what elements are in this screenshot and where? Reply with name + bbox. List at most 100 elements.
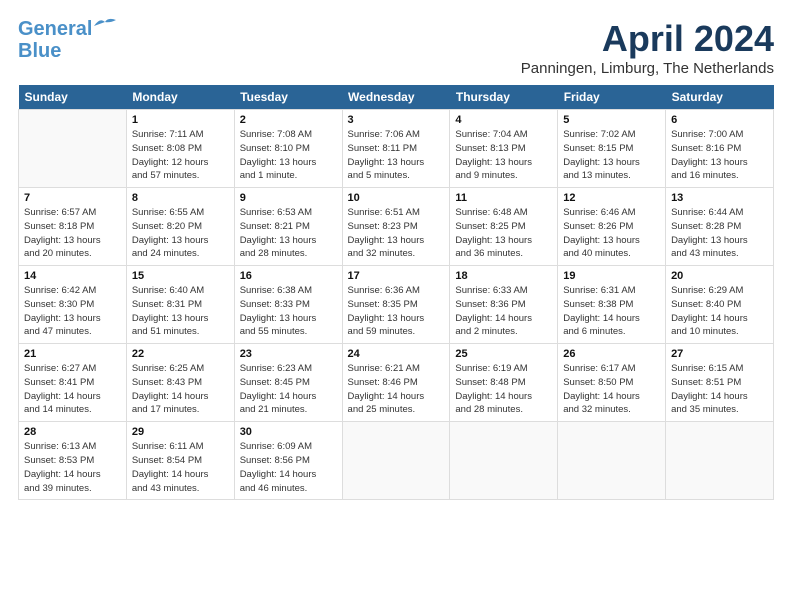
day-number: 14 xyxy=(24,270,121,282)
calendar-cell: 3 Sunrise: 7:06 AMSunset: 8:11 PMDaylight… xyxy=(342,110,450,188)
logo-bird-icon xyxy=(94,17,116,35)
calendar-cell: 21 Sunrise: 6:27 AMSunset: 8:41 PMDayligh… xyxy=(19,344,127,422)
month-title: April 2024 xyxy=(521,18,774,60)
day-number: 17 xyxy=(348,270,445,282)
week-row-1: 1 Sunrise: 7:11 AMSunset: 8:08 PMDaylight… xyxy=(19,110,774,188)
day-number: 2 xyxy=(240,114,337,126)
day-info: Sunrise: 6:25 AMSunset: 8:43 PMDaylight:… xyxy=(132,362,229,417)
day-number: 30 xyxy=(240,426,337,438)
calendar-cell: 17 Sunrise: 6:36 AMSunset: 8:35 PMDayligh… xyxy=(342,266,450,344)
logo: General Blue xyxy=(18,18,116,62)
week-row-4: 21 Sunrise: 6:27 AMSunset: 8:41 PMDayligh… xyxy=(19,344,774,422)
day-info: Sunrise: 6:11 AMSunset: 8:54 PMDaylight:… xyxy=(132,440,229,495)
calendar-cell: 5 Sunrise: 7:02 AMSunset: 8:15 PMDaylight… xyxy=(558,110,666,188)
calendar-cell: 23Sunrise: 6:23 AMSunset: 8:45 PMDayligh… xyxy=(234,344,342,422)
day-number: 5 xyxy=(563,114,660,126)
day-info: Sunrise: 7:00 AMSunset: 8:16 PMDaylight:… xyxy=(671,128,768,183)
day-number: 7 xyxy=(24,192,121,204)
calendar-cell: 16Sunrise: 6:38 AMSunset: 8:33 PMDayligh… xyxy=(234,266,342,344)
calendar-cell: 11Sunrise: 6:48 AMSunset: 8:25 PMDayligh… xyxy=(450,188,558,266)
calendar-cell: 10 Sunrise: 6:51 AMSunset: 8:23 PMDayligh… xyxy=(342,188,450,266)
calendar-table: SundayMondayTuesdayWednesdayThursdayFrid… xyxy=(18,85,774,500)
day-number: 12 xyxy=(563,192,660,204)
days-of-week-row: SundayMondayTuesdayWednesdayThursdayFrid… xyxy=(19,85,774,110)
calendar-cell: 30 Sunrise: 6:09 AMSunset: 8:56 PMDayligh… xyxy=(234,422,342,500)
day-info: Sunrise: 6:44 AMSunset: 8:28 PMDaylight:… xyxy=(671,206,768,261)
day-info: Sunrise: 7:08 AMSunset: 8:10 PMDaylight:… xyxy=(240,128,337,183)
dow-header-saturday: Saturday xyxy=(666,85,774,110)
calendar-cell: 29 Sunrise: 6:11 AMSunset: 8:54 PMDayligh… xyxy=(126,422,234,500)
day-number: 22 xyxy=(132,348,229,360)
day-number: 27 xyxy=(671,348,768,360)
day-info: Sunrise: 6:40 AMSunset: 8:31 PMDaylight:… xyxy=(132,284,229,339)
day-info: Sunrise: 6:36 AMSunset: 8:35 PMDaylight:… xyxy=(348,284,445,339)
calendar-cell: 14 Sunrise: 6:42 AMSunset: 8:30 PMDayligh… xyxy=(19,266,127,344)
day-info: Sunrise: 6:53 AMSunset: 8:21 PMDaylight:… xyxy=(240,206,337,261)
day-info: Sunrise: 7:06 AMSunset: 8:11 PMDaylight:… xyxy=(348,128,445,183)
dow-header-sunday: Sunday xyxy=(19,85,127,110)
day-info: Sunrise: 6:13 AMSunset: 8:53 PMDaylight:… xyxy=(24,440,121,495)
calendar-cell: 15Sunrise: 6:40 AMSunset: 8:31 PMDayligh… xyxy=(126,266,234,344)
day-info: Sunrise: 6:27 AMSunset: 8:41 PMDaylight:… xyxy=(24,362,121,417)
calendar-cell: 22 Sunrise: 6:25 AMSunset: 8:43 PMDayligh… xyxy=(126,344,234,422)
week-row-3: 14 Sunrise: 6:42 AMSunset: 8:30 PMDayligh… xyxy=(19,266,774,344)
day-info: Sunrise: 6:38 AMSunset: 8:33 PMDaylight:… xyxy=(240,284,337,339)
calendar-cell: 26Sunrise: 6:17 AMSunset: 8:50 PMDayligh… xyxy=(558,344,666,422)
logo-line2: Blue xyxy=(18,40,61,62)
calendar-cell: 4Sunrise: 7:04 AMSunset: 8:13 PMDaylight… xyxy=(450,110,558,188)
day-info: Sunrise: 7:11 AMSunset: 8:08 PMDaylight:… xyxy=(132,128,229,183)
day-number: 11 xyxy=(455,192,552,204)
day-number: 24 xyxy=(348,348,445,360)
day-info: Sunrise: 6:29 AMSunset: 8:40 PMDaylight:… xyxy=(671,284,768,339)
day-number: 3 xyxy=(348,114,445,126)
day-number: 26 xyxy=(563,348,660,360)
day-number: 1 xyxy=(132,114,229,126)
day-number: 10 xyxy=(348,192,445,204)
calendar-cell: 13 Sunrise: 6:44 AMSunset: 8:28 PMDayligh… xyxy=(666,188,774,266)
day-number: 9 xyxy=(240,192,337,204)
calendar-cell: 18 Sunrise: 6:33 AMSunset: 8:36 PMDayligh… xyxy=(450,266,558,344)
day-number: 6 xyxy=(671,114,768,126)
calendar-cell: 1 Sunrise: 7:11 AMSunset: 8:08 PMDaylight… xyxy=(126,110,234,188)
day-info: Sunrise: 6:23 AMSunset: 8:45 PMDaylight:… xyxy=(240,362,337,417)
day-info: Sunrise: 7:02 AMSunset: 8:15 PMDaylight:… xyxy=(563,128,660,183)
day-number: 18 xyxy=(455,270,552,282)
day-info: Sunrise: 6:57 AMSunset: 8:18 PMDaylight:… xyxy=(24,206,121,261)
day-info: Sunrise: 6:51 AMSunset: 8:23 PMDaylight:… xyxy=(348,206,445,261)
calendar-cell xyxy=(558,422,666,500)
day-number: 20 xyxy=(671,270,768,282)
calendar-cell: 24Sunrise: 6:21 AMSunset: 8:46 PMDayligh… xyxy=(342,344,450,422)
dow-header-friday: Friday xyxy=(558,85,666,110)
day-info: Sunrise: 6:42 AMSunset: 8:30 PMDaylight:… xyxy=(24,284,121,339)
day-info: Sunrise: 6:09 AMSunset: 8:56 PMDaylight:… xyxy=(240,440,337,495)
day-number: 8 xyxy=(132,192,229,204)
week-row-2: 7 Sunrise: 6:57 AMSunset: 8:18 PMDaylight… xyxy=(19,188,774,266)
dow-header-thursday: Thursday xyxy=(450,85,558,110)
day-info: Sunrise: 6:15 AMSunset: 8:51 PMDaylight:… xyxy=(671,362,768,417)
day-number: 19 xyxy=(563,270,660,282)
calendar-cell xyxy=(666,422,774,500)
calendar-cell xyxy=(19,110,127,188)
logo-text: General Blue xyxy=(18,18,92,62)
day-info: Sunrise: 6:31 AMSunset: 8:38 PMDaylight:… xyxy=(563,284,660,339)
day-info: Sunrise: 6:46 AMSunset: 8:26 PMDaylight:… xyxy=(563,206,660,261)
day-info: Sunrise: 6:55 AMSunset: 8:20 PMDaylight:… xyxy=(132,206,229,261)
calendar-cell: 19 Sunrise: 6:31 AMSunset: 8:38 PMDayligh… xyxy=(558,266,666,344)
week-row-5: 28Sunrise: 6:13 AMSunset: 8:53 PMDayligh… xyxy=(19,422,774,500)
calendar-cell xyxy=(450,422,558,500)
dow-header-wednesday: Wednesday xyxy=(342,85,450,110)
calendar-cell: 6 Sunrise: 7:00 AMSunset: 8:16 PMDaylight… xyxy=(666,110,774,188)
day-number: 29 xyxy=(132,426,229,438)
calendar-cell: 9 Sunrise: 6:53 AMSunset: 8:21 PMDaylight… xyxy=(234,188,342,266)
day-number: 13 xyxy=(671,192,768,204)
day-info: Sunrise: 6:19 AMSunset: 8:48 PMDaylight:… xyxy=(455,362,552,417)
calendar-body: 1 Sunrise: 7:11 AMSunset: 8:08 PMDaylight… xyxy=(19,110,774,500)
day-number: 4 xyxy=(455,114,552,126)
day-info: Sunrise: 6:33 AMSunset: 8:36 PMDaylight:… xyxy=(455,284,552,339)
calendar-cell: 28Sunrise: 6:13 AMSunset: 8:53 PMDayligh… xyxy=(19,422,127,500)
page: General Blue April 2024 Panningen, Limbu… xyxy=(0,0,792,510)
calendar-cell: 25Sunrise: 6:19 AMSunset: 8:48 PMDayligh… xyxy=(450,344,558,422)
day-number: 21 xyxy=(24,348,121,360)
dow-header-monday: Monday xyxy=(126,85,234,110)
location: Panningen, Limburg, The Netherlands xyxy=(521,60,774,77)
